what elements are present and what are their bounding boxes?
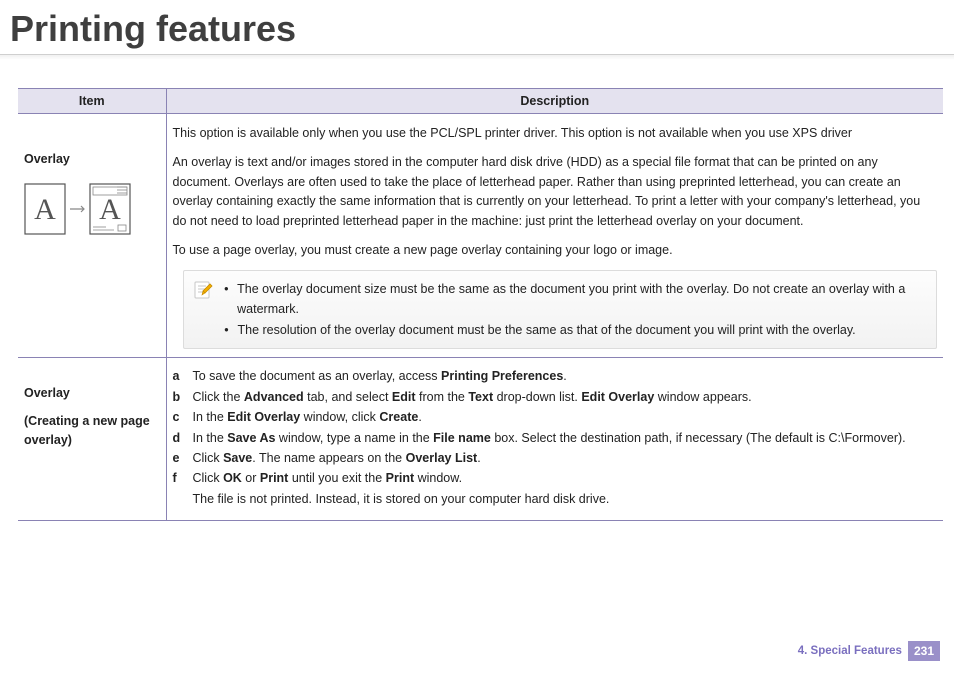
note-list: • The overlay document size must be the … xyxy=(224,277,927,342)
note-box: • The overlay document size must be the … xyxy=(183,270,938,349)
bullet-icon: • xyxy=(224,280,230,319)
page-header: Printing features xyxy=(0,0,954,52)
step-item: The file is not printed. Instead, it is … xyxy=(173,490,938,509)
page-footer: 4. Special Features 231 xyxy=(798,641,940,661)
features-table: Item Description Overlay A xyxy=(18,88,943,521)
content-area: Item Description Overlay A xyxy=(0,60,954,521)
column-header-description: Description xyxy=(166,89,943,114)
note-text: The overlay document size must be the sa… xyxy=(237,280,926,319)
page-number: 231 xyxy=(908,641,940,661)
bullet-icon: • xyxy=(224,321,230,340)
table-row: Overlay A xyxy=(18,114,943,358)
desc-paragraph: To use a page overlay, you must create a… xyxy=(173,241,938,260)
step-item: b Click the Advanced tab, and select Edi… xyxy=(173,388,938,407)
description-cell-overlay: This option is available only when you u… xyxy=(166,114,943,358)
note-icon xyxy=(192,277,214,342)
overlay-illustration: A A xyxy=(24,179,160,237)
svg-text:A: A xyxy=(99,193,121,226)
step-letter: b xyxy=(173,388,183,407)
step-letter: e xyxy=(173,449,183,468)
step-text: To save the document as an overlay, acce… xyxy=(193,367,567,386)
step-item: a To save the document as an overlay, ac… xyxy=(173,367,938,386)
steps-list: a To save the document as an overlay, ac… xyxy=(173,364,938,512)
step-text: Click OK or Print until you exit the Pri… xyxy=(193,469,463,488)
step-letter: c xyxy=(173,408,183,427)
step-text: In the Edit Overlay window, click Create… xyxy=(193,408,422,427)
item-label: Overlay xyxy=(24,384,160,403)
step-item: c In the Edit Overlay window, click Crea… xyxy=(173,408,938,427)
desc-paragraph: An overlay is text and/or images stored … xyxy=(173,153,938,231)
item-sublabel: (Creating a new page overlay) xyxy=(24,412,160,451)
column-header-item: Item xyxy=(18,89,166,114)
step-item: e Click Save. The name appears on the Ov… xyxy=(173,449,938,468)
note-text: The resolution of the overlay document m… xyxy=(238,321,856,340)
description-cell-overlay-create: a To save the document as an overlay, ac… xyxy=(166,358,943,521)
step-letter: d xyxy=(173,429,183,448)
step-text: Click Save. The name appears on the Over… xyxy=(193,449,481,468)
item-cell-overlay: Overlay A xyxy=(18,114,166,358)
step-text: The file is not printed. Instead, it is … xyxy=(193,490,610,509)
note-item: • The overlay document size must be the … xyxy=(224,280,927,319)
step-letter: f xyxy=(173,469,183,488)
item-cell-overlay-create: Overlay (Creating a new page overlay) xyxy=(18,358,166,521)
note-item: • The resolution of the overlay document… xyxy=(224,321,927,340)
page-title: Printing features xyxy=(10,8,944,50)
svg-text:A: A xyxy=(34,193,56,226)
step-letter: a xyxy=(173,367,183,386)
step-text: In the Save As window, type a name in th… xyxy=(193,429,906,448)
step-text: Click the Advanced tab, and select Edit … xyxy=(193,388,752,407)
step-item: d In the Save As window, type a name in … xyxy=(173,429,938,448)
table-row: Overlay (Creating a new page overlay) a … xyxy=(18,358,943,521)
item-label: Overlay xyxy=(24,150,160,169)
step-item: f Click OK or Print until you exit the P… xyxy=(173,469,938,488)
desc-paragraph: This option is available only when you u… xyxy=(173,124,938,143)
chapter-label: 4. Special Features xyxy=(798,645,902,657)
step-letter-empty xyxy=(173,490,183,509)
